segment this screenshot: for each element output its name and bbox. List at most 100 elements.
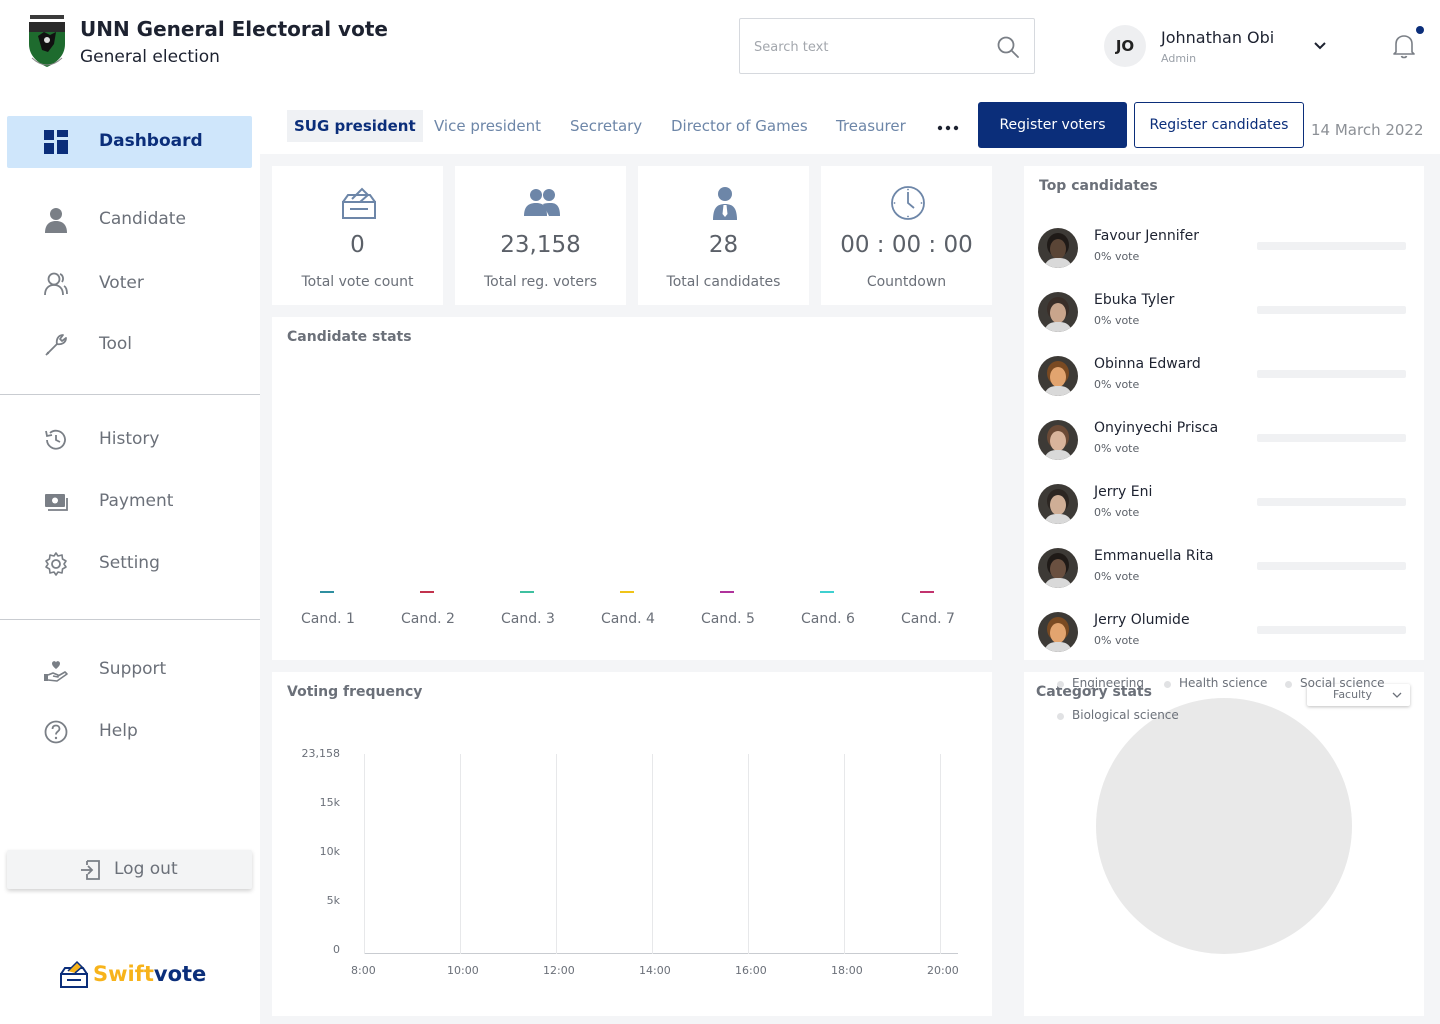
stat-card-registered-voters: 23,158 Total reg. voters bbox=[455, 166, 626, 305]
sidebar-item-setting[interactable]: Setting bbox=[7, 538, 252, 590]
register-voters-button[interactable]: Register voters bbox=[978, 102, 1127, 148]
candidate-name: Onyinyechi Prisca bbox=[1094, 420, 1219, 436]
stat-label: Countdown bbox=[866, 274, 947, 290]
candidate-list-item[interactable]: Onyinyechi Prisca 0% vote bbox=[1038, 416, 1408, 464]
user-avatar[interactable]: JO bbox=[1104, 25, 1146, 67]
university-logo bbox=[29, 15, 65, 67]
stat-value: 0 bbox=[350, 232, 365, 258]
sidebar-item-label: Candidate bbox=[99, 209, 186, 229]
candidate-vote-percent: 0% vote bbox=[1094, 506, 1140, 519]
search-icon[interactable] bbox=[996, 35, 1020, 59]
candidate-vote-percent: 0% vote bbox=[1094, 378, 1140, 391]
x-axis-tick: 10:00 bbox=[447, 964, 479, 977]
candidate-x-label: Cand. 3 bbox=[501, 611, 555, 627]
candidate-list-item[interactable]: Ebuka Tyler 0% vote bbox=[1038, 288, 1408, 336]
dashboard-icon bbox=[44, 130, 68, 154]
grid-line bbox=[556, 754, 557, 954]
tab-director-of-games[interactable]: Director of Games bbox=[664, 110, 815, 142]
more-tabs-icon[interactable] bbox=[936, 116, 960, 140]
candidate-vote-percent: 0% vote bbox=[1094, 570, 1140, 583]
y-axis-tick: 5k bbox=[326, 894, 340, 907]
candidate-name: Ebuka Tyler bbox=[1094, 292, 1175, 308]
sidebar-item-voter[interactable]: Voter bbox=[7, 258, 252, 310]
voting-frequency-title: Voting frequency bbox=[287, 684, 423, 700]
grid-line bbox=[460, 754, 461, 954]
sidebar-item-label: Help bbox=[99, 721, 138, 741]
sidebar-item-label: Dashboard bbox=[99, 131, 203, 151]
candidate-avatar bbox=[1038, 484, 1078, 524]
history-icon bbox=[45, 429, 66, 450]
x-axis-tick: 8:00 bbox=[351, 964, 376, 977]
x-axis-tick: 20:00 bbox=[927, 964, 959, 977]
candidate-progress-bar bbox=[1257, 370, 1406, 378]
register-candidates-button[interactable]: Register candidates bbox=[1134, 102, 1304, 148]
stat-label: Total reg. voters bbox=[484, 274, 597, 290]
legend-dot bbox=[1057, 681, 1064, 688]
sidebar-item-dashboard[interactable]: Dashboard bbox=[7, 116, 252, 168]
candidate-avatar bbox=[1038, 228, 1078, 268]
chevron-down-icon[interactable] bbox=[1312, 38, 1328, 54]
candidate-bar bbox=[920, 591, 934, 593]
candidate-name: Jerry Olumide bbox=[1094, 612, 1190, 628]
logout-button[interactable]: Log out bbox=[7, 850, 252, 889]
grid-line bbox=[940, 754, 941, 954]
candidate-name: Jerry Eni bbox=[1094, 484, 1153, 500]
user-role: Admin bbox=[1161, 52, 1197, 65]
grid-line bbox=[652, 754, 653, 954]
sidebar-item-history[interactable]: History bbox=[7, 414, 252, 466]
candidate-vote-percent: 0% vote bbox=[1094, 442, 1140, 455]
sidebar-item-support[interactable]: Support bbox=[7, 644, 252, 696]
users-icon bbox=[524, 189, 560, 216]
stat-label: Total candidates bbox=[666, 274, 781, 290]
support-icon bbox=[44, 661, 68, 682]
tab-sug-president[interactable]: SUG president bbox=[287, 110, 423, 142]
candidate-vote-percent: 0% vote bbox=[1094, 634, 1140, 647]
candidate-vote-percent: 0% vote bbox=[1094, 314, 1140, 327]
x-axis-line bbox=[364, 953, 958, 954]
top-candidates-title: Top candidates bbox=[1039, 178, 1158, 194]
sidebar-item-candidate[interactable]: Candidate bbox=[7, 194, 252, 246]
voting-frequency-card: Voting frequency 23,158 15k 10k 5k 0 8:00 10:0… bbox=[272, 672, 992, 1016]
x-axis-tick: 14:00 bbox=[639, 964, 671, 977]
notification-bell-icon[interactable] bbox=[1392, 32, 1416, 60]
payment-icon bbox=[45, 494, 68, 511]
candidate-progress-bar bbox=[1257, 434, 1406, 442]
brand-name: Swiftvote bbox=[93, 962, 206, 986]
user-name[interactable]: Johnathan Obi bbox=[1161, 28, 1274, 47]
candidate-list-item[interactable]: Obinna Edward 0% vote bbox=[1038, 352, 1408, 400]
tab-secretary[interactable]: Secretary bbox=[563, 110, 649, 142]
sidebar-divider bbox=[0, 394, 260, 395]
candidate-bar bbox=[820, 591, 834, 593]
brand-logo: Swiftvote bbox=[59, 958, 219, 994]
y-axis-tick: 15k bbox=[319, 796, 340, 809]
legend-label: Engineering bbox=[1072, 676, 1144, 690]
x-axis-tick: 12:00 bbox=[543, 964, 575, 977]
candidate-list-item[interactable]: Favour Jennifer 0% vote bbox=[1038, 224, 1408, 272]
tab-vice-president[interactable]: Vice president bbox=[427, 110, 548, 142]
notification-dot bbox=[1416, 26, 1424, 34]
sidebar-item-payment[interactable]: Payment bbox=[7, 476, 252, 528]
candidate-progress-bar bbox=[1257, 242, 1406, 250]
app-title: UNN General Electoral vote bbox=[80, 17, 388, 41]
top-header: UNN General Electoral vote General elect… bbox=[0, 0, 1440, 92]
candidate-list-item[interactable]: Emmanuella Rita 0% vote bbox=[1038, 544, 1408, 592]
x-axis-tick: 16:00 bbox=[735, 964, 767, 977]
candidate-x-label: Cand. 6 bbox=[801, 611, 855, 627]
sidebar-item-tool[interactable]: Tool bbox=[7, 319, 252, 371]
legend-dot bbox=[1164, 681, 1171, 688]
tab-treasurer[interactable]: Treasurer bbox=[829, 110, 913, 142]
main-content: SUG president Vice president Secretary D… bbox=[260, 92, 1440, 1024]
candidate-list-item[interactable]: Jerry Olumide 0% vote bbox=[1038, 608, 1408, 656]
candidate-x-label: Cand. 2 bbox=[401, 611, 455, 627]
candidate-name: Obinna Edward bbox=[1094, 356, 1201, 372]
sidebar-item-help[interactable]: Help bbox=[7, 706, 252, 758]
sidebar-item-label: Support bbox=[99, 659, 167, 679]
logout-label: Log out bbox=[114, 859, 178, 879]
candidate-list-item[interactable]: Jerry Eni 0% vote bbox=[1038, 480, 1408, 528]
voter-icon bbox=[44, 272, 68, 296]
legend-dot bbox=[1285, 681, 1292, 688]
legend-label: Health science bbox=[1179, 676, 1268, 690]
search-input[interactable] bbox=[754, 35, 974, 59]
x-axis-tick: 18:00 bbox=[831, 964, 863, 977]
legend-dot bbox=[1057, 713, 1064, 720]
